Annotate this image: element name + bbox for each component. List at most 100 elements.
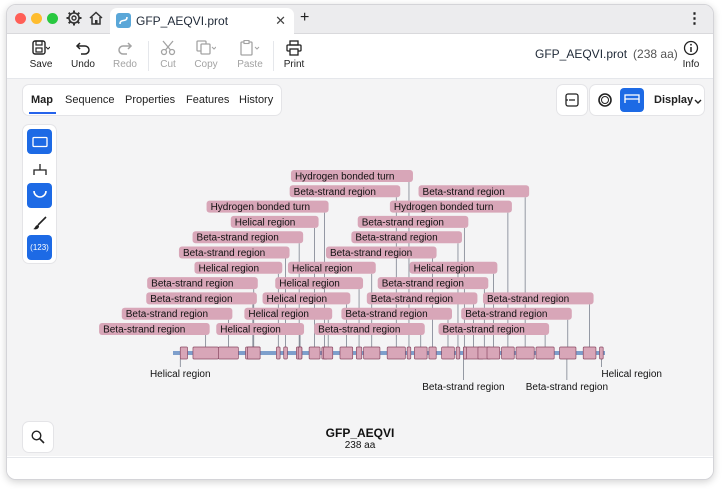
feature-label: Beta-strand region — [318, 325, 400, 336]
feature-box[interactable] — [535, 346, 555, 360]
cut-button[interactable]: Cut — [155, 37, 181, 70]
redo-button[interactable]: Redo — [111, 37, 139, 70]
save-icon — [32, 40, 50, 55]
new-tab-button[interactable]: + — [300, 9, 309, 27]
printer-icon — [286, 40, 302, 56]
zoom-window-button[interactable] — [47, 13, 58, 24]
feature-box[interactable] — [463, 346, 467, 360]
feature-label: Helical region — [220, 325, 281, 336]
feature-label: Beta-strand region — [465, 309, 547, 320]
copy-button[interactable]: Copy — [192, 37, 220, 70]
feature-label: Helical region — [292, 263, 353, 274]
feature-label: Beta-strand region — [151, 279, 233, 290]
scissors-icon — [160, 40, 176, 56]
magnifier-icon — [31, 430, 45, 444]
feature-label: Beta-strand region — [423, 187, 505, 198]
feature-label: Beta-strand region — [362, 217, 444, 228]
menu-kebab-icon[interactable]: ⋮ — [687, 9, 702, 27]
protein-map: Beta-strand region Beta-strand region Beta… — [99, 170, 662, 393]
feature-label: Beta-strand region — [150, 294, 232, 305]
feature-box[interactable] — [441, 346, 455, 360]
feature-label: Beta-strand region — [443, 325, 525, 336]
toolbar-divider — [148, 41, 149, 71]
minimize-window-button[interactable] — [31, 13, 42, 24]
feature-box[interactable] — [308, 346, 321, 360]
feature-box[interactable] — [414, 346, 428, 360]
print-button[interactable]: Print — [281, 37, 307, 70]
feature-label: Beta-strand region — [330, 248, 412, 259]
feature-label: Beta-strand region — [103, 325, 185, 336]
app-window: GFP_AEQVI.prot ✕ + ⋮ Save Undo Redo Cut … — [6, 4, 714, 480]
sequence-name: GFP_AEQVI — [325, 426, 395, 440]
toolbar-divider — [273, 41, 274, 71]
home-icon[interactable] — [88, 10, 104, 26]
feature-box[interactable] — [406, 346, 412, 360]
feature-box[interactable] — [363, 346, 381, 360]
feature-label-below: Beta-strand region — [526, 382, 608, 393]
feature-box[interactable] — [599, 346, 604, 360]
feature-box[interactable] — [283, 346, 288, 360]
redo-icon — [118, 42, 133, 55]
feature-labels: Beta-strand region Beta-strand region Beta… — [99, 170, 662, 393]
feature-box[interactable] — [339, 346, 354, 360]
feature-box[interactable] — [501, 346, 515, 360]
title-bar: GFP_AEQVI.prot ✕ + ⋮ — [7, 5, 713, 34]
feature-label: Beta-strand region — [487, 294, 569, 305]
map-canvas[interactable]: Map Sequence Properties Features History… — [7, 79, 713, 456]
feature-label-below: Helical region — [150, 369, 211, 380]
feature-box[interactable] — [323, 346, 334, 360]
feature-box[interactable] — [179, 346, 188, 360]
feature-label: Beta-strand region — [355, 233, 437, 244]
save-button[interactable]: Save — [27, 37, 55, 70]
feature-box[interactable] — [192, 346, 219, 360]
feature-label-below: Beta-strand region — [422, 382, 504, 393]
feature-label: Helical region — [235, 217, 296, 228]
tab-title: GFP_AEQVI.prot — [136, 14, 229, 28]
feature-label: Helical region — [248, 309, 309, 320]
feature-box[interactable] — [218, 346, 239, 360]
feature-label: Beta-strand region — [382, 279, 464, 290]
feature-label: Beta-strand region — [294, 187, 376, 198]
undo-icon — [75, 42, 90, 55]
document-tab[interactable]: GFP_AEQVI.prot ✕ — [110, 8, 294, 34]
feature-label: Beta-strand region — [197, 233, 279, 244]
feature-box[interactable] — [355, 346, 363, 360]
feature-label: Helical region — [279, 279, 340, 290]
tab-close-button[interactable]: ✕ — [275, 13, 286, 29]
feature-box[interactable] — [297, 346, 303, 360]
feature-box[interactable] — [386, 346, 406, 360]
feature-label: Hydrogen bonded turn — [211, 202, 311, 213]
close-window-button[interactable] — [15, 13, 26, 24]
feature-box[interactable] — [559, 346, 577, 360]
toolbar: Save Undo Redo Cut Copy Paste Print GFP_… — [7, 34, 713, 79]
sequence-length: 238 aa — [344, 440, 376, 451]
status-bar — [7, 457, 713, 479]
feature-label-below: Helical region — [601, 369, 662, 380]
info-button[interactable]: Info — [679, 37, 703, 70]
feature-label: Helical region — [267, 294, 328, 305]
document-title: GFP_AEQVI.prot (238 aa) — [535, 47, 678, 61]
feature-label: Hydrogen bonded turn — [394, 202, 494, 213]
feature-box[interactable] — [276, 346, 281, 360]
feature-label: Hydrogen bonded turn — [295, 172, 395, 183]
feature-box[interactable] — [486, 346, 501, 360]
gear-icon[interactable] — [66, 10, 82, 26]
feature-box[interactable] — [455, 346, 461, 360]
feature-label: Beta-strand region — [371, 294, 453, 305]
undo-button[interactable]: Undo — [69, 37, 97, 70]
feature-box[interactable] — [247, 346, 261, 360]
feature-box[interactable] — [428, 346, 437, 360]
feature-label: Beta-strand region — [183, 248, 265, 259]
feature-box[interactable] — [582, 346, 597, 360]
feature-label: Beta-strand region — [345, 309, 427, 320]
feature-label: Beta-strand region — [126, 309, 208, 320]
paste-icon — [240, 40, 260, 56]
info-icon — [683, 40, 699, 56]
protein-file-icon — [116, 13, 131, 28]
feature-label: Helical region — [414, 263, 475, 274]
feature-box[interactable] — [515, 346, 535, 360]
paste-button[interactable]: Paste — [235, 37, 265, 70]
feature-label: Helical region — [198, 263, 259, 274]
copy-icon — [196, 40, 216, 55]
zoom-button[interactable] — [23, 422, 53, 452]
